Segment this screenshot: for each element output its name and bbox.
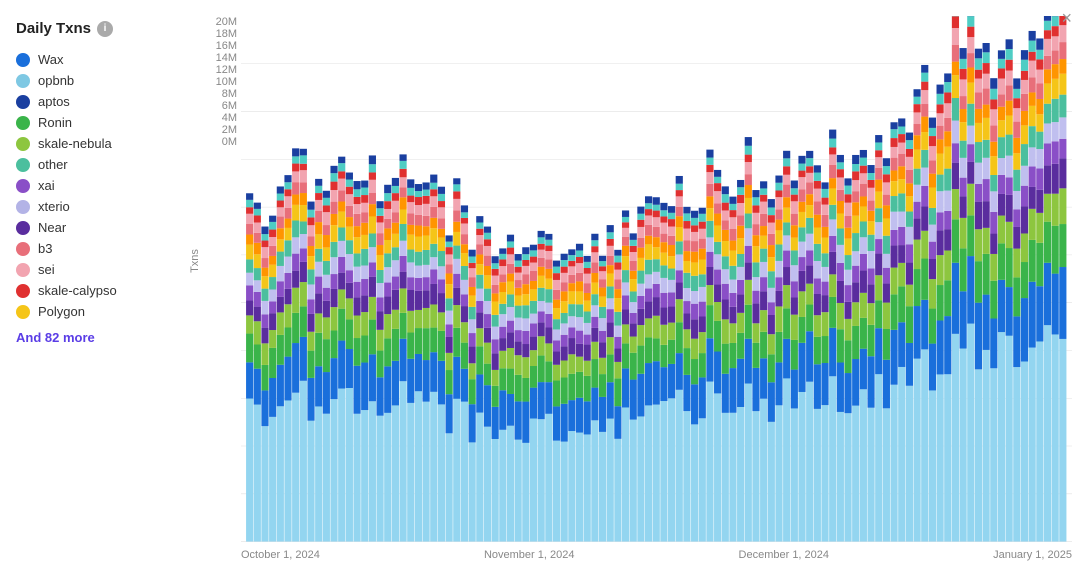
close-button[interactable]: ×	[1061, 8, 1072, 29]
legend-dot	[16, 200, 30, 214]
legend-dot	[16, 95, 30, 109]
x-label-jan: January 1, 2025	[993, 549, 1072, 561]
legend-label: opbnb	[38, 73, 74, 88]
legend-label: xai	[38, 178, 55, 193]
y-axis-label: 12M	[216, 64, 237, 76]
info-icon[interactable]: i	[97, 21, 113, 37]
main-container: Daily Txns i Wax opbnb aptos Ronin skale…	[0, 0, 1080, 577]
legend-item[interactable]: skale-nebula	[16, 133, 201, 154]
y-axis-label: 14M	[216, 52, 237, 64]
y-axis-label: 16M	[216, 40, 237, 52]
legend-label: Wax	[38, 52, 64, 67]
x-label-oct: October 1, 2024	[241, 549, 320, 561]
legend-label: skale-calypso	[38, 283, 117, 298]
legend-dot	[16, 53, 30, 67]
legend-label: xterio	[38, 199, 70, 214]
y-axis-label: 6M	[222, 100, 237, 112]
legend-item[interactable]: Ronin	[16, 112, 201, 133]
y-axis-label: 10M	[216, 76, 237, 88]
y-axis-label: 4M	[222, 112, 237, 124]
legend-dot	[16, 179, 30, 193]
legend-label: aptos	[38, 94, 70, 109]
legend-label: b3	[38, 241, 52, 256]
legend-dot	[16, 305, 30, 319]
legend-label: Near	[38, 220, 66, 235]
legend-items: Wax opbnb aptos Ronin skale-nebula other…	[16, 49, 201, 322]
y-axis-label: 20M	[216, 16, 237, 28]
legend-label: other	[38, 157, 68, 172]
legend-label: sei	[38, 262, 55, 277]
legend-item[interactable]: aptos	[16, 91, 201, 112]
legend-item[interactable]: Wax	[16, 49, 201, 70]
legend-dot	[16, 137, 30, 151]
y-axis-label: 0M	[222, 136, 237, 148]
legend-dot	[16, 221, 30, 235]
more-link[interactable]: And 82 more	[16, 330, 201, 345]
legend-dot	[16, 284, 30, 298]
legend-dot	[16, 74, 30, 88]
legend-dot	[16, 158, 30, 172]
chart-title: Daily Txns	[16, 20, 91, 37]
x-label-dec: December 1, 2024	[739, 549, 830, 561]
legend-label: Polygon	[38, 304, 85, 319]
y-axis-title: Txns	[189, 249, 201, 273]
x-axis: October 1, 2024 November 1, 2024 Decembe…	[201, 549, 1072, 561]
legend-dot	[16, 242, 30, 256]
chart-area: 20M18M16M14M12M10M8M6M4M2M0M Txns Octobe…	[201, 16, 1072, 561]
y-axis-label: 18M	[216, 28, 237, 40]
y-axis: 20M18M16M14M12M10M8M6M4M2M0M	[201, 16, 241, 168]
x-label-nov: November 1, 2024	[484, 549, 575, 561]
chart-inner	[241, 16, 1072, 547]
chart-wrapper: 20M18M16M14M12M10M8M6M4M2M0M Txns	[201, 16, 1072, 547]
legend-item[interactable]: opbnb	[16, 70, 201, 91]
title-row: Daily Txns i	[16, 20, 201, 37]
legend-panel: Daily Txns i Wax opbnb aptos Ronin skale…	[16, 16, 201, 561]
legend-item[interactable]: Near	[16, 217, 201, 238]
legend-dot	[16, 263, 30, 277]
legend-item[interactable]: xterio	[16, 196, 201, 217]
y-axis-label: 2M	[222, 124, 237, 136]
legend-item[interactable]: Polygon	[16, 301, 201, 322]
legend-label: skale-nebula	[38, 136, 112, 151]
chart-svg	[241, 16, 1072, 547]
legend-item[interactable]: b3	[16, 238, 201, 259]
legend-item[interactable]: xai	[16, 175, 201, 196]
legend-item[interactable]: skale-calypso	[16, 280, 201, 301]
legend-dot	[16, 116, 30, 130]
legend-item[interactable]: other	[16, 154, 201, 175]
legend-item[interactable]: sei	[16, 259, 201, 280]
y-axis-label: 8M	[222, 88, 237, 100]
legend-label: Ronin	[38, 115, 72, 130]
